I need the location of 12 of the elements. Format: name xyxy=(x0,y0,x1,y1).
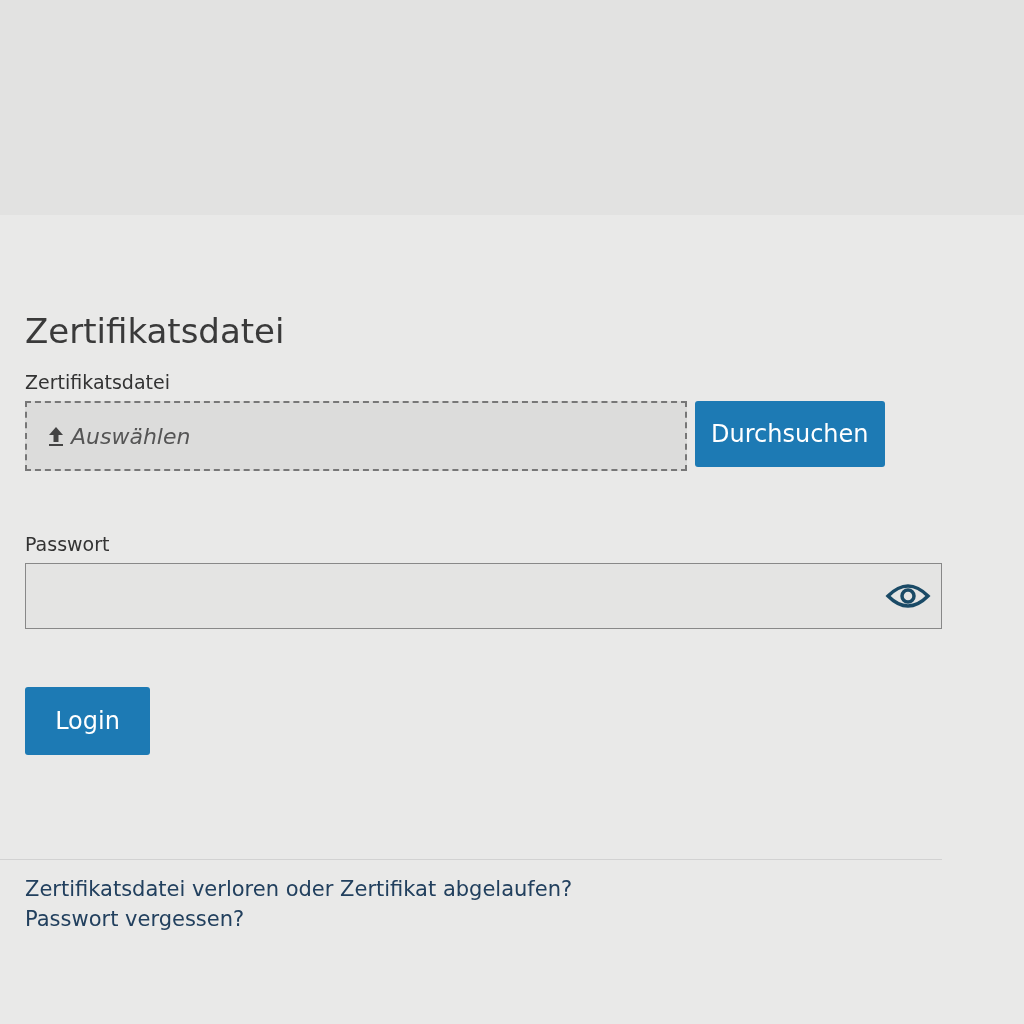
upload-icon xyxy=(47,425,65,447)
browse-button[interactable]: Durchsuchen xyxy=(695,401,885,467)
section-heading: Zertifikatsdatei xyxy=(25,311,286,351)
password-field[interactable] xyxy=(25,563,942,629)
field-label: Passwort xyxy=(25,533,111,555)
file-placeholder: Auswählen xyxy=(71,423,191,449)
field-label: Zertifikatsdatei xyxy=(25,371,171,393)
file-drop-field[interactable]: Auswählen xyxy=(25,401,687,471)
help-link[interactable]: Passwort vergessen? xyxy=(25,904,245,934)
help-link[interactable]: Zertifikatsdatei verloren oder Zertifikat abgelaufen? xyxy=(25,874,573,904)
login-button[interactable]: Login xyxy=(25,687,150,755)
eye-icon[interactable] xyxy=(885,582,931,610)
